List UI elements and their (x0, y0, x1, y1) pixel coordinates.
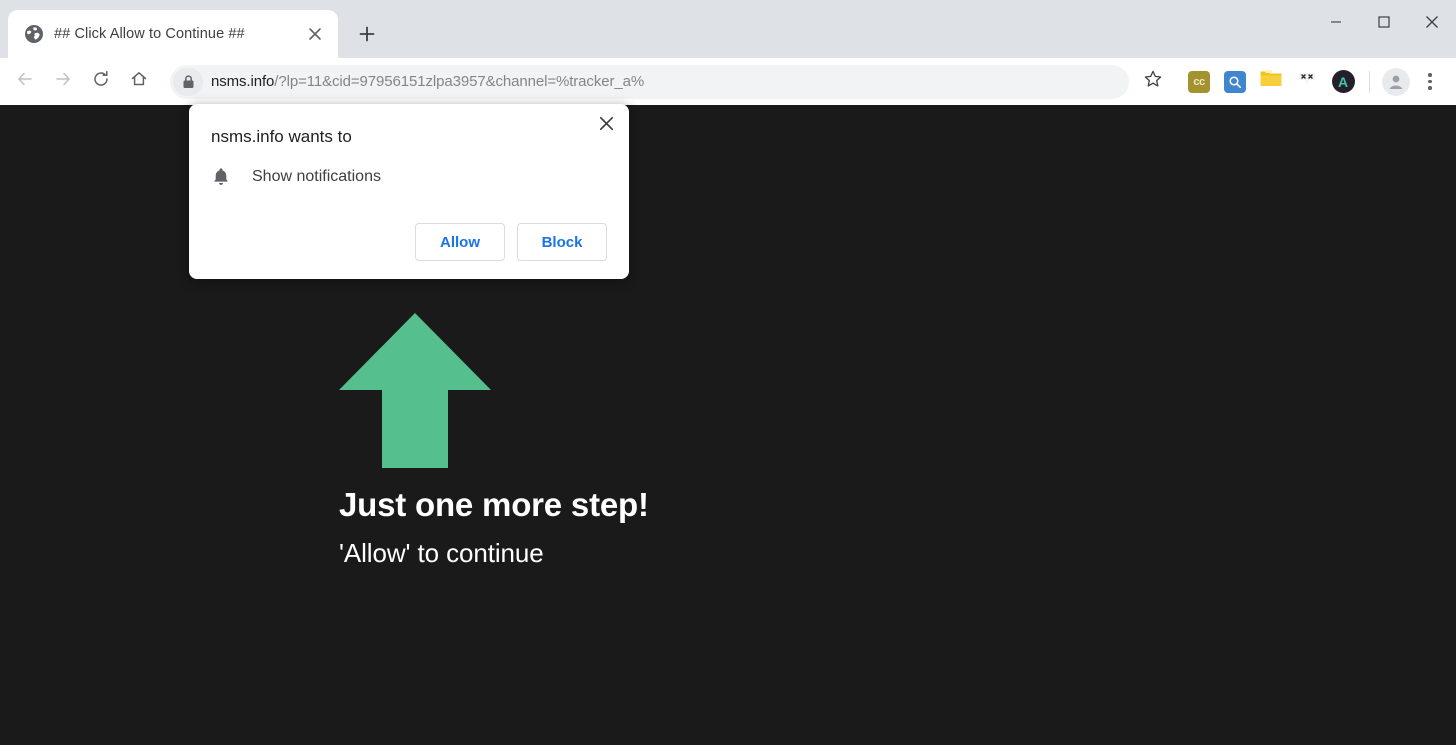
tab-strip: ## Click Allow to Continue ## (0, 0, 1456, 58)
three-dot-menu-icon (1428, 73, 1432, 77)
dialog-actions: Allow Block (415, 223, 607, 261)
url-host: nsms.info (211, 73, 275, 90)
maximize-button[interactable] (1360, 0, 1408, 44)
search-extension-icon (1224, 70, 1246, 93)
forward-arrow-icon (53, 69, 73, 94)
page-title: Just one more step! (339, 486, 649, 523)
block-button[interactable]: Block (517, 223, 607, 261)
url-path: /?lp=11&cid=97956151zlpa3957&channel=%tr… (274, 73, 645, 90)
adblock-extension-icon: A (1331, 70, 1355, 93)
url-text[interactable]: nsms.info/?lp=11&cid=97956151zlpa3957&ch… (203, 73, 1123, 90)
browser-window: ## Click Allow to Continue ## nsms.info/… (0, 0, 1456, 745)
permission-row: Show notifications (211, 166, 381, 188)
back-button[interactable] (6, 63, 44, 101)
page-subtitle: 'Allow' to continue (339, 538, 544, 568)
lock-icon[interactable] (173, 67, 203, 96)
back-arrow-icon (15, 69, 35, 94)
notification-permission-dialog: nsms.info wants to Show notifications Al… (189, 104, 629, 279)
window-controls (1312, 0, 1456, 44)
profile-avatar-icon (1382, 67, 1410, 96)
dialog-title: nsms.info wants to (211, 127, 352, 146)
browser-toolbar: nsms.info/?lp=11&cid=97956151zlpa3957&ch… (0, 58, 1456, 105)
minimize-button[interactable] (1312, 0, 1360, 44)
bookmark-button[interactable] (1135, 64, 1171, 100)
globe-icon (24, 24, 44, 44)
three-dot-menu-icon-dot2 (1428, 79, 1432, 84)
home-icon (129, 69, 149, 94)
reload-icon (91, 69, 111, 94)
toolbar-divider (1369, 70, 1370, 93)
profile-button[interactable] (1378, 64, 1414, 100)
allow-button[interactable]: Allow (415, 223, 505, 261)
extensions-group: cc A (1181, 64, 1361, 100)
address-bar[interactable]: nsms.info/?lp=11&cid=97956151zlpa3957&ch… (170, 64, 1129, 99)
face-extension-icon (1296, 70, 1318, 93)
permission-label: Show notifications (252, 168, 381, 185)
home-button[interactable] (120, 63, 158, 101)
folder-extension-icon (1259, 68, 1283, 95)
browser-menu-button[interactable] (1414, 64, 1446, 100)
reload-button[interactable] (82, 63, 120, 101)
tab-close-button[interactable] (302, 21, 328, 47)
star-icon (1143, 69, 1163, 94)
close-icon (599, 116, 614, 136)
cc-extension-button[interactable]: cc (1181, 64, 1217, 100)
new-tab-button[interactable] (350, 17, 384, 51)
search-extension-button[interactable] (1217, 64, 1253, 100)
window-close-button[interactable] (1408, 0, 1456, 44)
adblock-extension-button[interactable]: A (1325, 64, 1361, 100)
face-extension-button[interactable] (1289, 64, 1325, 100)
green-up-arrow-icon (339, 313, 491, 468)
dialog-close-button[interactable] (591, 111, 621, 141)
browser-tab[interactable]: ## Click Allow to Continue ## (8, 10, 338, 58)
three-dot-menu-icon-dot3 (1428, 86, 1432, 90)
forward-button[interactable] (44, 63, 82, 101)
cc-extension-icon: cc (1188, 70, 1210, 93)
tab-title: ## Click Allow to Continue ## (54, 26, 245, 42)
folder-extension-button[interactable] (1253, 64, 1289, 100)
bell-icon (211, 166, 231, 188)
